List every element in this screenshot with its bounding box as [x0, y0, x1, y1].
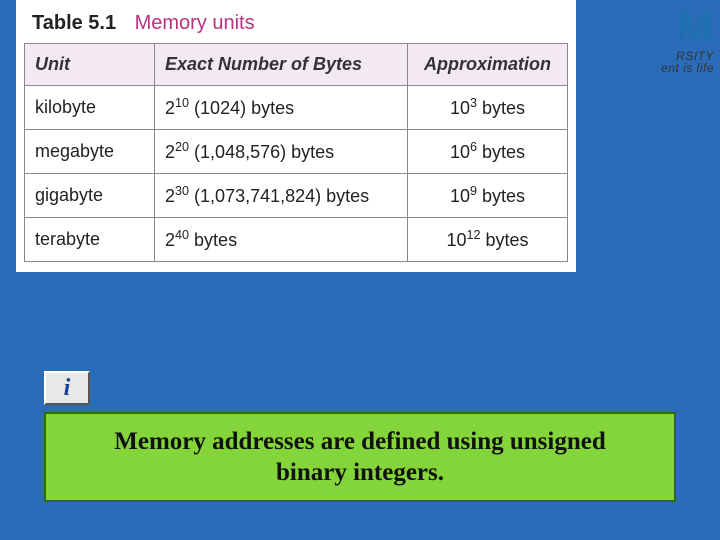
cell-approx: 1012 bytes — [408, 218, 568, 262]
col-header-approx: Approximation — [408, 44, 568, 86]
memory-units-table-card: Table 5.1 Memory units Unit Exact Number… — [16, 0, 576, 272]
logo-subtext-1: RSITY — [574, 50, 714, 62]
table-caption: Memory units — [135, 12, 255, 34]
cell-approx: 109 bytes — [408, 174, 568, 218]
note-callout: Memory addresses are defined using unsig… — [44, 412, 676, 503]
cell-approx: 103 bytes — [408, 86, 568, 130]
table-row: gigabyte 230 (1,073,741,824) bytes 109 b… — [25, 174, 568, 218]
cell-unit: megabyte — [25, 130, 155, 174]
info-icon: i — [64, 375, 71, 402]
col-header-exact: Exact Number of Bytes — [155, 44, 408, 86]
table-number: Table 5.1 — [32, 12, 116, 34]
table-row: kilobyte 210 (1024) bytes 103 bytes — [25, 86, 568, 130]
slide: M RSITY ent is life Table 5.1 Memory uni… — [0, 0, 720, 540]
logo-subtext-2: ent is life — [574, 62, 714, 74]
table-row: terabyte 240 bytes 1012 bytes — [25, 218, 568, 262]
cell-exact: 240 bytes — [155, 218, 408, 262]
table-title: Table 5.1 Memory units — [32, 12, 564, 35]
cell-unit: terabyte — [25, 218, 155, 262]
memory-units-table: Unit Exact Number of Bytes Approximation… — [24, 43, 568, 262]
cell-exact: 220 (1,048,576) bytes — [155, 130, 408, 174]
note-text-line1: Memory addresses are defined using unsig… — [56, 426, 664, 457]
cell-exact: 210 (1024) bytes — [155, 86, 408, 130]
table-header-row: Unit Exact Number of Bytes Approximation — [25, 44, 568, 86]
logo-letter: M — [574, 6, 714, 50]
col-header-unit: Unit — [25, 44, 155, 86]
university-logo: M RSITY ent is life — [574, 6, 714, 74]
cell-unit: gigabyte — [25, 174, 155, 218]
cell-unit: kilobyte — [25, 86, 155, 130]
cell-approx: 106 bytes — [408, 130, 568, 174]
info-button[interactable]: i — [44, 371, 90, 405]
cell-exact: 230 (1,073,741,824) bytes — [155, 174, 408, 218]
note-text-line2: binary integers. — [56, 457, 664, 488]
table-row: megabyte 220 (1,048,576) bytes 106 bytes — [25, 130, 568, 174]
